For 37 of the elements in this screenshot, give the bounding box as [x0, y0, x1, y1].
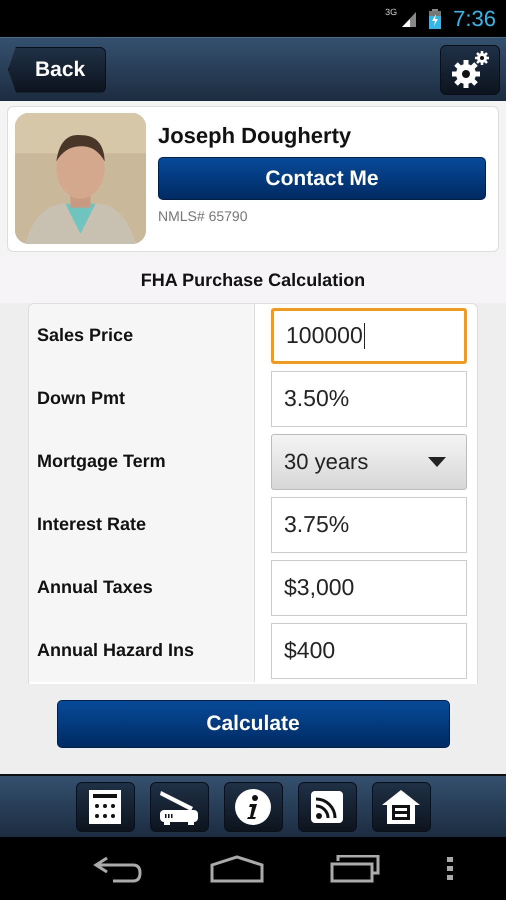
calculator-button[interactable] — [76, 782, 134, 832]
contact-button[interactable]: Contact Me — [158, 157, 486, 200]
input-field[interactable]: 3.50% — [271, 370, 467, 426]
field-label: Annual Taxes — [37, 577, 153, 598]
battery-icon — [429, 8, 442, 28]
signal-icon — [401, 10, 418, 26]
input-field[interactable]: $400 — [271, 622, 467, 678]
clock-time: 7:36 — [453, 6, 496, 32]
agent-name: Joseph Dougherty — [158, 123, 352, 149]
home-icon[interactable] — [210, 854, 264, 882]
field-label: Mortgage Term — [37, 451, 166, 472]
calculate-button[interactable]: Calculate — [56, 700, 450, 748]
info-icon — [234, 788, 272, 826]
scanner-button[interactable] — [150, 782, 208, 832]
rss-button[interactable] — [298, 782, 356, 832]
rss-icon — [311, 790, 343, 822]
license-number: NMLS# 65790 — [158, 208, 249, 224]
overflow-menu-icon[interactable] — [446, 856, 453, 880]
recent-apps-icon[interactable] — [330, 854, 380, 882]
settings-button[interactable] — [440, 44, 500, 94]
field-label: Down Pmt — [37, 388, 125, 409]
house-button[interactable] — [372, 782, 430, 832]
settings-icon — [450, 50, 490, 90]
field-label: Interest Rate — [37, 514, 146, 535]
field-label: Annual Hazard Ins — [37, 640, 194, 661]
dropdown-arrow-icon — [428, 456, 446, 466]
field-label: Sales Price — [37, 325, 134, 346]
input-field[interactable]: 3.75% — [271, 496, 467, 552]
dropdown[interactable]: 30 years — [271, 434, 467, 490]
back-button[interactable]: Back — [8, 46, 106, 92]
input-field[interactable]: $3,000 — [271, 560, 467, 616]
network-label: 3G — [385, 7, 398, 17]
info-button[interactable] — [224, 782, 282, 832]
calculator-icon — [86, 788, 124, 826]
section-title: FHA Purchase Calculation — [0, 257, 506, 303]
input-field[interactable]: 100000 — [271, 308, 467, 364]
house-icon — [381, 788, 421, 824]
